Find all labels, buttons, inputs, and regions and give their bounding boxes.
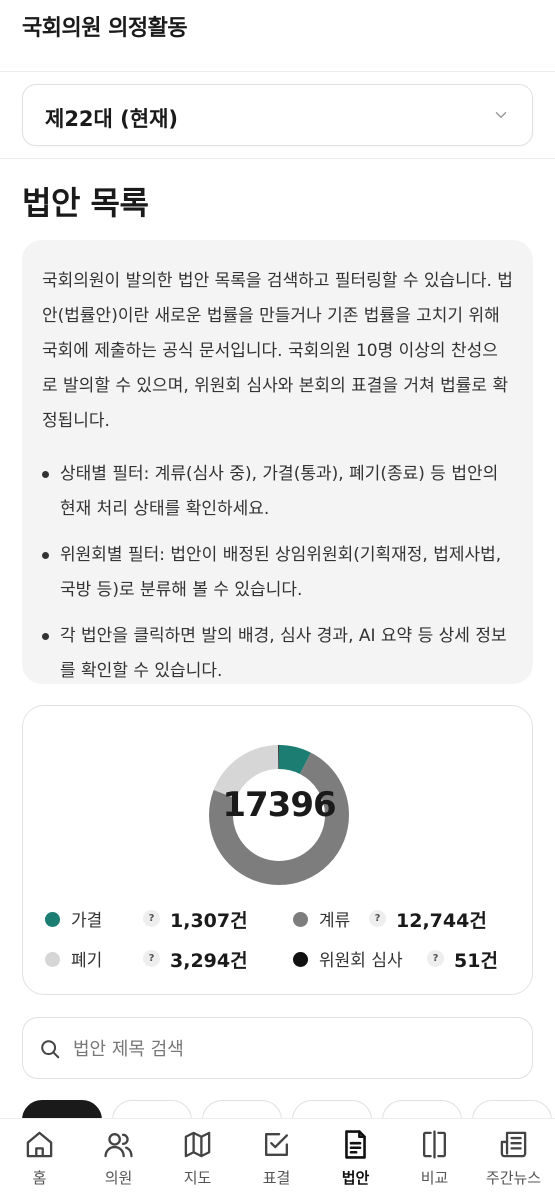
info-bullet: 상태별 필터: 계류(심사 중), 가결(통과), 폐기(종료) 등 법안의 현… (42, 457, 513, 527)
nav-item-weekly-news[interactable]: 주간뉴스 (474, 1119, 553, 1200)
legend-label: 위원회 심사 (319, 951, 403, 971)
info-description: 국회의원이 발의한 법안 목록을 검색하고 필터링할 수 있습니다. 법안(법률… (42, 271, 513, 431)
legend-count: 12,744건 (396, 910, 487, 932)
nav-item-bills[interactable]: 법안 (316, 1119, 395, 1200)
page-title: 법안 목록 (22, 184, 149, 222)
nav-label: 법안 (341, 1169, 370, 1187)
legend-count: 1,307건 (170, 910, 248, 932)
compare-icon (423, 1130, 446, 1159)
legend-label: 가결 (71, 911, 103, 931)
legend-item-pending: 계류 ? 12,744건 (293, 906, 523, 932)
nav-label: 의원 (104, 1169, 133, 1187)
nav-label: 표결 (262, 1169, 291, 1187)
nav-item-map[interactable]: 지도 (158, 1119, 237, 1200)
assembly-term-value: 제22대 (현재) (45, 107, 179, 131)
legend-item-discarded: 폐기 ? 3,294건 (45, 946, 275, 972)
legend-count: 3,294건 (170, 950, 248, 972)
nav-item-home[interactable]: 홈 (0, 1119, 79, 1200)
nav-item-votes[interactable]: 표결 (237, 1119, 316, 1200)
legend-dot (293, 952, 308, 967)
users-icon (104, 1133, 133, 1158)
nav-item-compare[interactable]: 비교 (395, 1119, 474, 1200)
assembly-term-select[interactable]: 제22대 (현재) (22, 84, 533, 146)
nav-item-members[interactable]: 의원 (79, 1119, 158, 1200)
vote-check-icon (265, 1133, 288, 1156)
info-bullet: 위원회별 필터: 법안이 배정된 상임위원회(기획재정, 법제사법, 국방 등)… (42, 538, 513, 608)
bill-search-box[interactable] (22, 1017, 533, 1079)
newspaper-icon (500, 1131, 527, 1158)
bill-search-input[interactable] (73, 1032, 513, 1066)
legend-label: 계류 (319, 911, 351, 931)
app-title: 국회의원 의정활동 (22, 16, 188, 41)
help-icon[interactable]: ? (143, 910, 160, 927)
help-icon[interactable]: ? (427, 950, 444, 967)
map-icon (184, 1131, 211, 1158)
legend-item-passed: 가결 ? 1,307건 (45, 906, 275, 932)
search-icon (41, 1040, 60, 1059)
nav-label: 주간뉴스 (485, 1169, 542, 1187)
nav-label: 비교 (420, 1169, 449, 1187)
legend-dot (293, 912, 308, 927)
legend-dot (45, 952, 60, 967)
legend-item-committee-review: 위원회 심사 ? 51건 (293, 946, 523, 972)
bill-status-card: 17396 가결 ? 1,307건 계류 ? 12,744건 폐기 ? 3,29… (22, 705, 533, 995)
nav-label: 홈 (32, 1169, 47, 1187)
divider (0, 158, 555, 159)
legend-count: 51건 (454, 950, 498, 972)
info-card: 국회의원이 발의한 법안 목록을 검색하고 필터링할 수 있습니다. 법안(법률… (22, 240, 533, 684)
document-icon (345, 1130, 366, 1159)
legend-dot (45, 912, 60, 927)
help-icon[interactable]: ? (143, 950, 160, 967)
donut-total: 17396 (222, 785, 336, 825)
app-header: 국회의원 의정활동 (0, 0, 555, 72)
info-bullet: 각 법안을 클릭하면 발의 배경, 심사 경과, AI 요약 등 상세 정보를 … (42, 619, 513, 689)
info-bullet-list: 상태별 필터: 계류(심사 중), 가결(통과), 폐기(종료) 등 법안의 현… (42, 457, 513, 689)
bottom-nav: 홈 의원 지도 표결 법안 비교 주간뉴스 (0, 1118, 555, 1200)
nav-label: 지도 (183, 1169, 212, 1187)
home-icon (26, 1131, 53, 1158)
chevron-down-icon (495, 112, 507, 118)
help-icon[interactable]: ? (369, 910, 386, 927)
legend-label: 폐기 (71, 951, 103, 971)
